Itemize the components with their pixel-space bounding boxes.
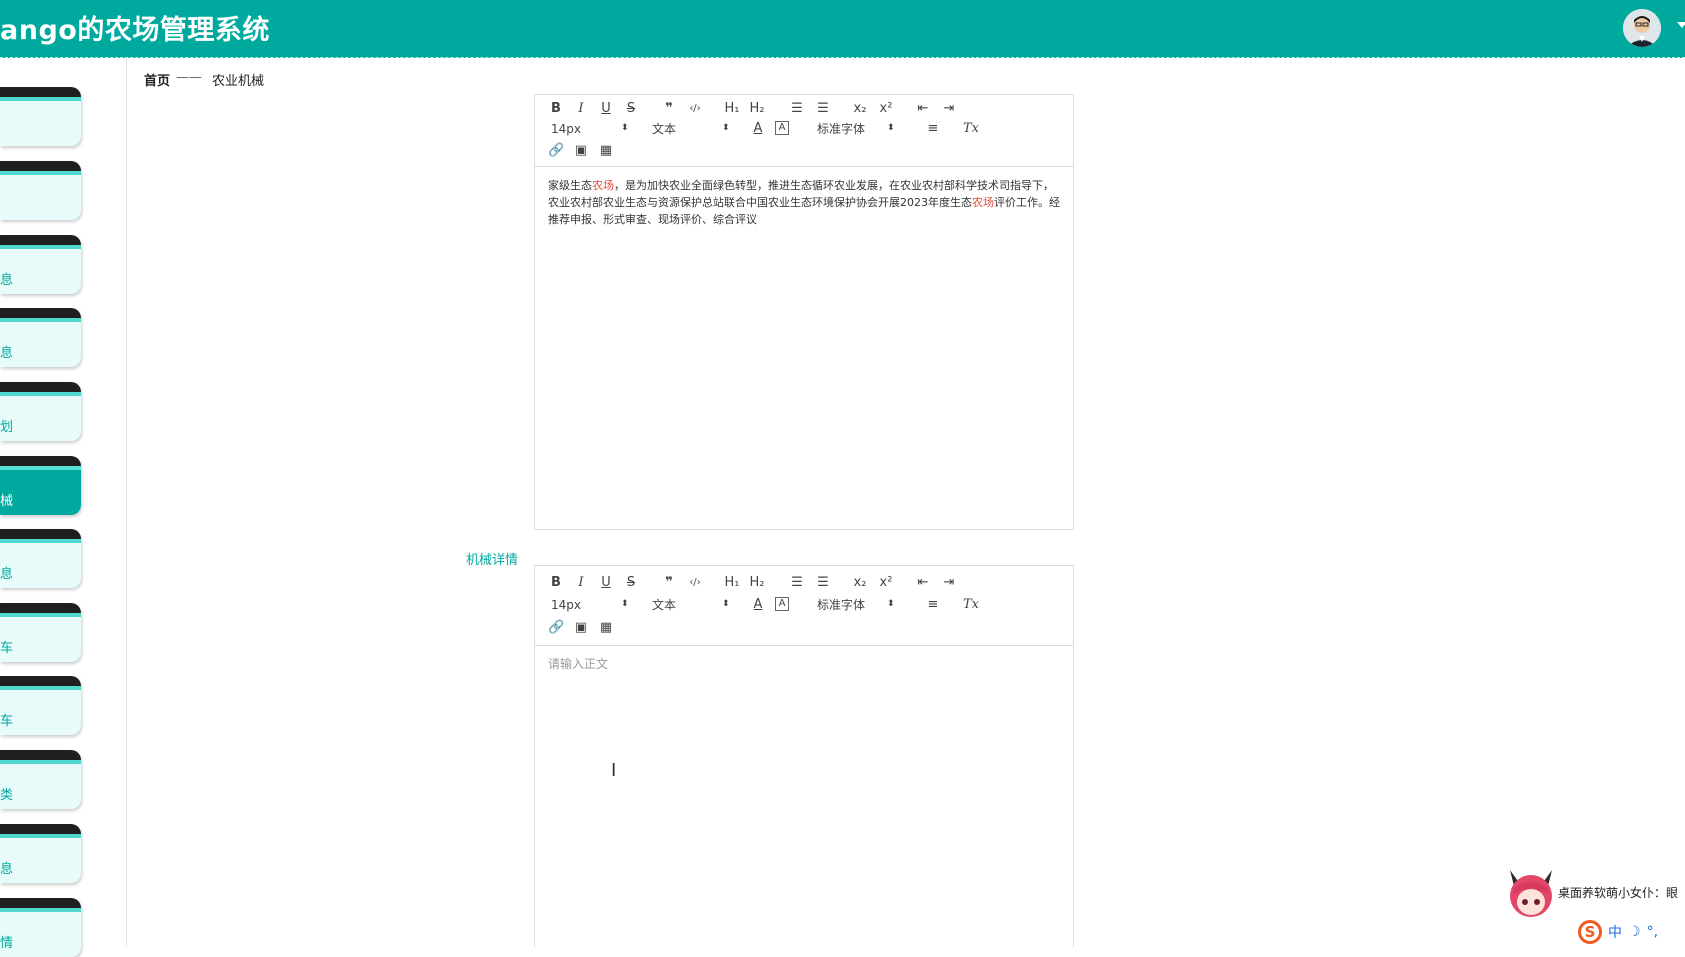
italic-icon[interactable]: I — [573, 101, 589, 117]
sidebar-item[interactable]: 车 — [0, 603, 81, 662]
font-family-select[interactable]: 标准字体 ⬍ — [817, 121, 895, 137]
header-1-icon[interactable]: H₁ — [724, 101, 740, 117]
superscript-icon[interactable]: x² — [878, 101, 894, 117]
select-caret-icon: ⬍ — [887, 599, 895, 609]
indent-icon[interactable]: ⇥ — [941, 101, 957, 117]
outdent-icon[interactable]: ⇤ — [915, 101, 931, 117]
select-caret-icon: ⬍ — [621, 599, 629, 609]
ordered-list-icon[interactable]: ☰ — [789, 575, 805, 591]
ordered-list-icon[interactable]: ☰ — [789, 101, 805, 117]
rich-text-editor-details: B I U S ❞ ‹/› H₁ H₂ ☰ ☰ x₂ x² ⇤ ⇥ 14px ⬍ … — [534, 565, 1074, 947]
moon-icon[interactable]: ☽ — [1628, 924, 1641, 940]
font-color-icon[interactable]: A — [750, 121, 766, 137]
font-size-select[interactable]: 14px ⬍ — [551, 121, 629, 137]
align-icon[interactable]: ≡ — [925, 597, 941, 613]
header-2-icon[interactable]: H₂ — [749, 101, 765, 117]
punctuation-icon[interactable]: °, — [1647, 924, 1658, 940]
mascot-caption: 桌面养软萌小女仆：眼 — [1558, 886, 1679, 900]
avatar-image — [1623, 9, 1661, 47]
text-cursor-icon: I — [611, 760, 617, 781]
font-family-select[interactable]: 标准字体 ⬍ — [817, 597, 895, 613]
mascot-image — [1510, 870, 1552, 917]
background-color-icon[interactable]: A — [775, 121, 789, 135]
select-caret-icon: ⬍ — [722, 599, 730, 609]
editor-toolbar: B I U S ❞ ‹/› H₁ H₂ ☰ ☰ x₂ x² ⇤ ⇥ 14px ⬍ … — [535, 95, 1073, 167]
blockquote-icon[interactable]: ❞ — [661, 575, 677, 591]
editor-content-input[interactable]: 请输入正文 — [535, 646, 1073, 946]
select-caret-icon: ⬍ — [621, 123, 629, 133]
italic-icon[interactable]: I — [573, 575, 589, 591]
video-icon[interactable]: ▦ — [598, 143, 614, 159]
machine-details-label: 机械详情 — [466, 553, 519, 568]
underline-icon[interactable]: U — [598, 575, 614, 591]
breadcrumb-current: 农业机械 — [212, 74, 265, 89]
breadcrumb-home[interactable]: 首页 — [144, 70, 170, 89]
ime-language[interactable]: 中 — [1608, 925, 1622, 941]
sidebar-item[interactable]: 划 — [0, 382, 81, 441]
outdent-icon[interactable]: ⇤ — [915, 575, 931, 591]
indent-icon[interactable]: ⇥ — [941, 575, 957, 591]
header-1-icon[interactable]: H₁ — [724, 575, 740, 591]
content-text-highlight: 农场 — [972, 196, 994, 209]
sidebar-item-active[interactable]: 械 — [0, 456, 81, 515]
subscript-icon[interactable]: x₂ — [852, 101, 868, 117]
editor-toolbar: B I U S ❞ ‹/› H₁ H₂ ☰ ☰ x₂ x² ⇤ ⇥ 14px ⬍ … — [535, 566, 1073, 646]
sidebar-item[interactable]: 息 — [0, 308, 81, 367]
sogou-logo-icon: S — [1578, 920, 1602, 944]
font-color-icon[interactable]: A — [750, 597, 766, 613]
blockquote-icon[interactable]: ❞ — [661, 101, 677, 117]
chevron-down-icon[interactable] — [1677, 22, 1685, 28]
bullet-list-icon[interactable]: ☰ — [815, 101, 831, 117]
clear-format-icon[interactable]: Tx — [963, 121, 979, 137]
user-avatar[interactable] — [1623, 9, 1661, 47]
sidebar-item[interactable]: 类 — [0, 750, 81, 809]
editor-content[interactable]: 家级生态农场，是为加快农业全面绿色转型，推进生态循环农业发展，在农业农村部科学技… — [535, 167, 1073, 529]
mascot-avatar[interactable] — [1504, 866, 1558, 920]
link-icon[interactable]: 🔗 — [548, 620, 564, 636]
top-bar: ango的农场管理系统 — [0, 0, 1685, 58]
sidebar-item[interactable]: 息 — [0, 529, 81, 588]
underline-icon[interactable]: U — [598, 101, 614, 117]
image-icon[interactable]: ▣ — [573, 143, 589, 159]
app-title: ango的农场管理系统 — [0, 15, 270, 46]
header-2-icon[interactable]: H₂ — [749, 575, 765, 591]
rich-text-editor-summary: B I U S ❞ ‹/› H₁ H₂ ☰ ☰ x₂ x² ⇤ ⇥ 14px ⬍ … — [534, 94, 1074, 530]
sidebar-item[interactable]: 息 — [0, 235, 81, 294]
sidebar: 息 息 划 械 息 车 车 类 息 情 — [0, 58, 127, 957]
select-caret-icon: ⬍ — [722, 123, 730, 133]
bullet-list-icon[interactable]: ☰ — [815, 575, 831, 591]
background-color-icon[interactable]: A — [775, 597, 789, 611]
sidebar-item[interactable] — [0, 87, 81, 146]
image-icon[interactable]: ▣ — [573, 620, 589, 636]
content-text-highlight: 农场 — [592, 179, 614, 192]
header-select[interactable]: 文本 ⬍ — [652, 121, 730, 137]
select-caret-icon: ⬍ — [887, 123, 895, 133]
superscript-icon[interactable]: x² — [878, 575, 894, 591]
bold-icon[interactable]: B — [548, 575, 564, 591]
strikethrough-icon[interactable]: S — [623, 575, 639, 591]
sidebar-item[interactable]: 情 — [0, 898, 81, 957]
subscript-icon[interactable]: x₂ — [852, 575, 868, 591]
content-text: 家级生态 — [548, 179, 592, 192]
video-icon[interactable]: ▦ — [598, 620, 614, 636]
link-icon[interactable]: 🔗 — [548, 143, 564, 159]
code-block-icon[interactable]: ‹/› — [687, 575, 703, 591]
sidebar-item[interactable] — [0, 161, 81, 220]
sidebar-item[interactable]: 车 — [0, 676, 81, 735]
bold-icon[interactable]: B — [548, 101, 564, 117]
breadcrumb-separator: —— — [176, 70, 202, 85]
editor-placeholder: 请输入正文 — [548, 657, 609, 671]
font-size-select[interactable]: 14px ⬍ — [551, 597, 629, 613]
ime-toolbar[interactable]: S 中 ☽ °, — [1578, 920, 1658, 947]
header-select[interactable]: 文本 ⬍ — [652, 597, 730, 613]
sidebar-item[interactable]: 息 — [0, 824, 81, 883]
clear-format-icon[interactable]: Tx — [963, 597, 979, 613]
strikethrough-icon[interactable]: S — [623, 101, 639, 117]
align-icon[interactable]: ≡ — [925, 121, 941, 137]
code-block-icon[interactable]: ‹/› — [687, 101, 703, 117]
